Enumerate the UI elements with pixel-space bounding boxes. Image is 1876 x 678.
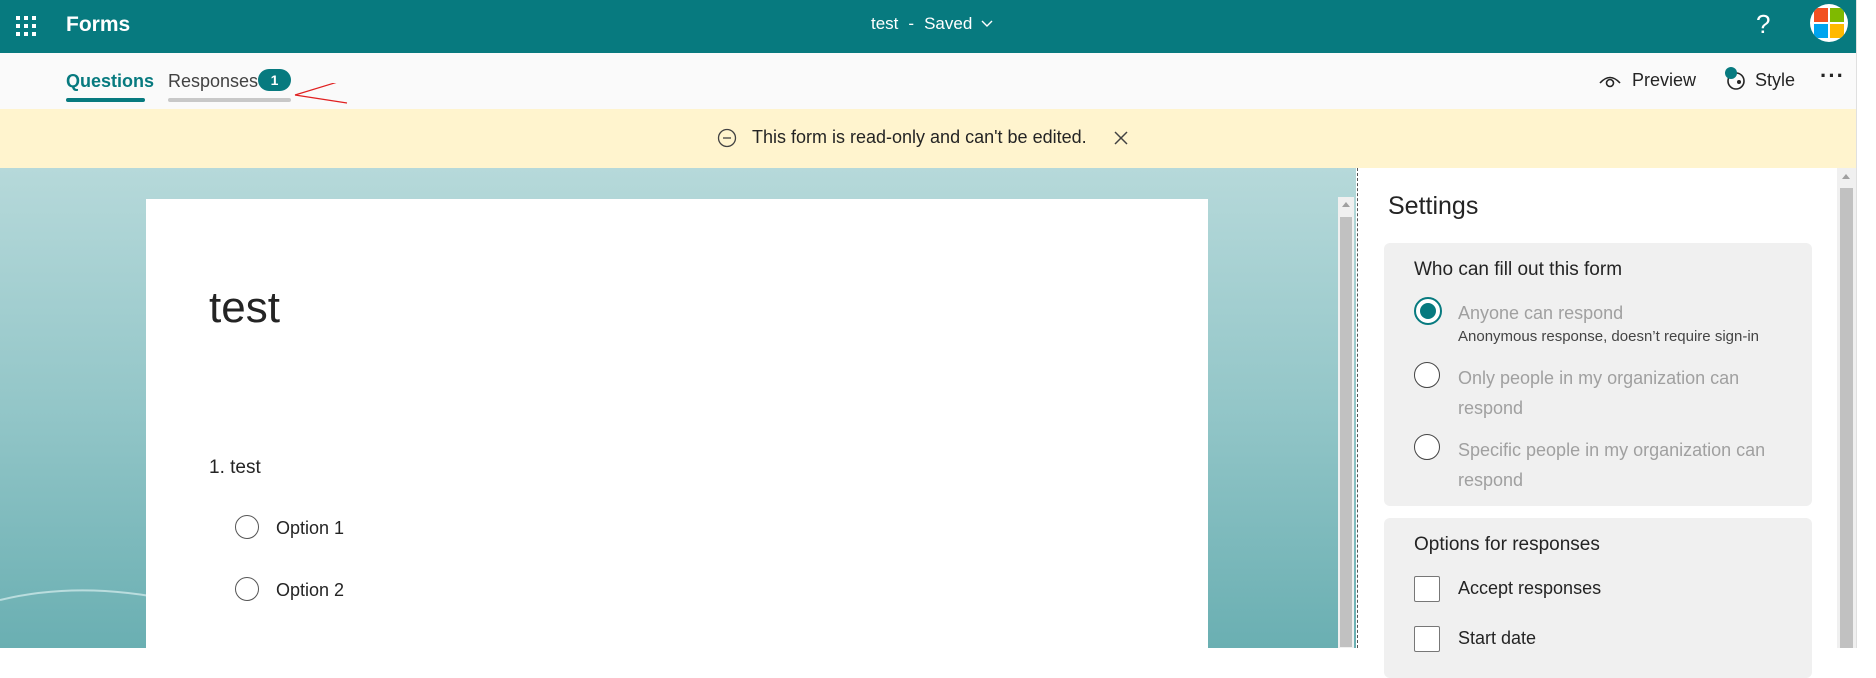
choice-option[interactable]: Option 1 [235,515,535,545]
checkbox[interactable] [1414,576,1440,602]
canvas-scrollbar[interactable] [1338,197,1354,648]
response-options-section: Options for responses Accept responses S… [1384,518,1812,678]
question-title: 1. test [209,457,261,478]
form-canvas: test 1. test Option 1 Option 2 [0,168,1356,648]
response-options-heading: Options for responses [1414,534,1600,555]
read-only-banner: This form is read-only and can't be edit… [0,109,1856,168]
radio-button[interactable] [235,515,259,539]
choice-option[interactable]: Option 2 [235,577,535,607]
microsoft-logo[interactable] [1810,4,1848,42]
option-label: Option 2 [276,580,345,600]
document-title-text: test [871,14,899,33]
checkbox[interactable] [1414,626,1440,652]
close-icon[interactable] [1113,130,1129,146]
waffle-icon[interactable] [15,15,37,37]
who-can-fill-heading: Who can fill out this form [1414,259,1623,280]
option-label: Specific people in my organization can r… [1458,440,1766,490]
radio-button[interactable] [1414,362,1440,388]
tab-responses[interactable]: Responses [168,71,258,92]
radio-button[interactable] [1414,297,1442,325]
tab-questions[interactable]: Questions [66,71,154,92]
form-title[interactable]: test [209,283,280,333]
radio-button[interactable] [1414,434,1440,460]
palette-icon[interactable] [1722,65,1750,93]
help-icon[interactable]: ? [1756,9,1770,40]
settings-panel: Settings Who can fill out this form Anyo… [1358,168,1836,678]
minus-circle-icon [717,128,737,148]
scroll-up-arrow[interactable] [1842,174,1850,179]
save-status: Saved [924,14,973,33]
who-can-fill-section: Who can fill out this form Anyone can re… [1384,243,1812,506]
form-card: test 1. test Option 1 Option 2 [146,199,1208,648]
preview-button[interactable]: Preview [1632,70,1696,91]
scrollbar-thumb[interactable] [1340,217,1352,647]
chevron-down-icon[interactable] [980,17,994,31]
scrollbar-thumb[interactable] [1840,188,1853,648]
title-separator: - [908,14,915,33]
settings-scrollbar[interactable] [1837,168,1856,648]
banner-message: This form is read-only and can't be edit… [752,127,1087,147]
settings-title: Settings [1388,192,1479,220]
eye-icon[interactable] [1598,70,1622,92]
checkbox-label: Accept responses [1458,578,1602,598]
option-label: Anyone can respond [1458,303,1624,323]
more-icon[interactable]: ··· [1820,63,1845,89]
checkbox-label: Start date [1458,628,1537,648]
scroll-up-arrow[interactable] [1342,202,1350,207]
active-tab-indicator [66,98,145,102]
option-description: Anonymous response, doesn’t require sign… [1458,328,1760,345]
tab-bar: Questions Responses 1 Preview Style ··· [0,53,1856,109]
radio-button[interactable] [235,577,259,601]
option-label: Option 1 [276,518,345,538]
app-name[interactable]: Forms [66,13,130,37]
window-edge [1856,0,1876,648]
tab-underline [168,98,291,102]
document-title[interactable]: test - Saved [871,14,972,34]
option-label: Only people in my organization can respo… [1458,368,1740,418]
style-button[interactable]: Style [1755,70,1795,91]
app-header: Forms test - Saved ? [0,0,1856,53]
